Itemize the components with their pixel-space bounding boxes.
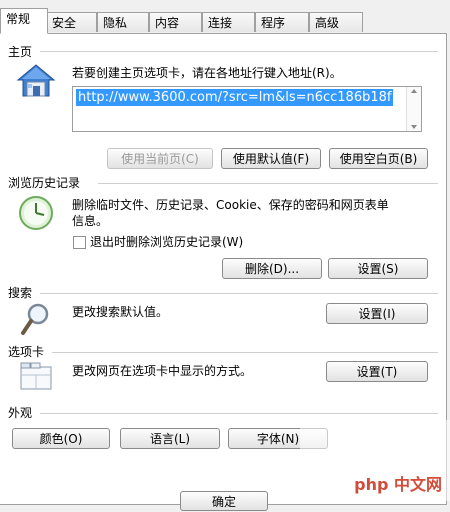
delete-history-button[interactable]: 删除(D)... xyxy=(222,258,322,279)
house-icon xyxy=(16,62,56,100)
history-divider xyxy=(98,183,438,184)
magnifier-icon xyxy=(20,302,52,338)
appearance-title: 外观 xyxy=(8,406,33,420)
tab-programs-label: 程序 xyxy=(261,16,286,30)
history-settings-button[interactable]: 设置(S) xyxy=(328,258,428,279)
tab-privacy[interactable]: 隐私 xyxy=(97,12,149,32)
appearance-divider xyxy=(40,413,438,414)
search-title: 搜索 xyxy=(8,286,33,300)
history-description-line1: 删除临时文件、历史记录、Cookie、保存的密码和网页表单 xyxy=(72,198,389,212)
history-title: 浏览历史记录 xyxy=(8,176,81,190)
watermark: php 中文网 xyxy=(354,475,442,494)
homepage-divider xyxy=(40,51,438,52)
tab-content-label: 内容 xyxy=(155,16,180,30)
tab-advanced[interactable]: 高级 xyxy=(309,12,363,32)
tabs-section-description: 更改网页在选项卡中显示的方式。 xyxy=(72,364,253,378)
languages-button[interactable]: 语言(L) xyxy=(120,428,220,449)
search-divider xyxy=(40,293,438,294)
tab-general-label: 常规 xyxy=(6,12,31,26)
tabs-section-title: 选项卡 xyxy=(8,345,45,359)
homepage-url: http://www.3600.com/?src=lm&ls=n6cc186b1… xyxy=(76,89,394,106)
homepage-address-box[interactable]: http://www.3600.com/?src=lm&ls=n6cc186b1… xyxy=(72,86,422,132)
tabs-settings-button[interactable]: 设置(T) xyxy=(326,361,428,382)
history-description-line2: 信息。 xyxy=(72,214,109,228)
tabbed-window-icon xyxy=(20,362,52,390)
homepage-instructions: 若要创建主页选项卡，请在各地址行键入地址(R)。 xyxy=(72,66,342,80)
tab-general[interactable]: 常规 xyxy=(0,8,48,34)
tab-security[interactable]: 安全 xyxy=(46,12,97,32)
use-current-button[interactable]: 使用当前页(C) xyxy=(107,148,213,169)
ok-button[interactable]: 确定 xyxy=(180,491,268,511)
tab-strip: 常规 安全 隐私 内容 连接 程序 高级 xyxy=(0,0,450,34)
tab-connections[interactable]: 连接 xyxy=(202,12,255,32)
search-settings-button[interactable]: 设置(I) xyxy=(326,303,428,324)
delete-on-exit-checkbox[interactable] xyxy=(73,236,86,249)
tab-advanced-label: 高级 xyxy=(315,16,340,30)
tab-privacy-label: 隐私 xyxy=(103,16,128,30)
tabs-section-divider xyxy=(52,352,438,353)
colors-button[interactable]: 颜色(O) xyxy=(12,428,110,449)
use-default-button[interactable]: 使用默认值(F) xyxy=(221,148,321,169)
delete-on-exit-label: 退出时删除浏览历史记录(W) xyxy=(90,235,244,249)
clock-icon xyxy=(18,195,54,231)
address-scrollbar[interactable] xyxy=(406,87,421,131)
homepage-title: 主页 xyxy=(8,45,33,59)
tab-content[interactable]: 内容 xyxy=(149,12,202,32)
use-blank-button[interactable]: 使用空白页(B) xyxy=(329,148,428,169)
search-description: 更改搜索默认值。 xyxy=(72,305,169,319)
tab-connections-label: 连接 xyxy=(208,16,233,30)
tab-programs[interactable]: 程序 xyxy=(255,12,309,32)
tab-security-label: 安全 xyxy=(52,16,77,30)
